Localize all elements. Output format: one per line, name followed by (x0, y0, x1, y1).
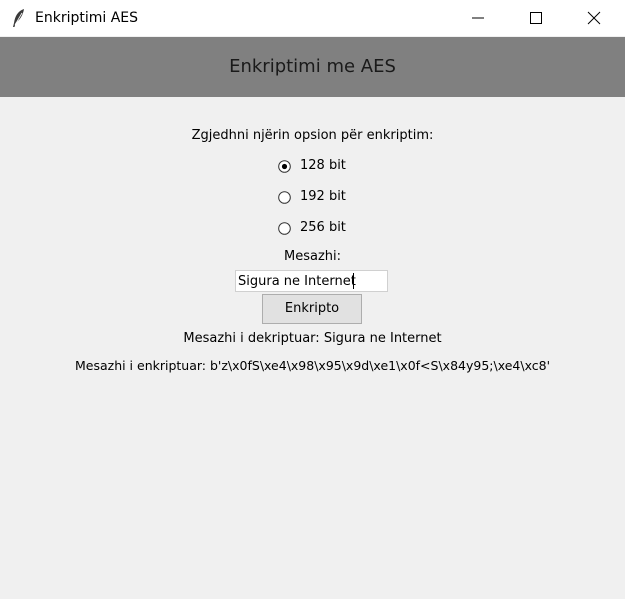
radio-label: 192 bit (300, 189, 346, 204)
app-window: Enkriptimi AES Enkriptimi me AES Zgjedhn… (0, 0, 625, 599)
header-banner: Enkriptimi me AES (0, 37, 625, 97)
encrypted-message: Mesazhi i enkriptuar: b'z\x0fS\xe4\x98\x… (74, 358, 551, 373)
encrypt-button[interactable]: Enkripto (262, 294, 362, 324)
message-label: Mesazhi: (283, 249, 341, 264)
maximize-icon (530, 12, 542, 24)
option-prompt: Zgjedhni njërin opsion për enkriptim: (191, 128, 434, 143)
maximize-button[interactable] (513, 0, 559, 36)
radio-unselected-icon (278, 222, 291, 235)
radio-selected-icon (278, 160, 291, 173)
minimize-button[interactable] (455, 0, 501, 36)
text-caret (353, 273, 354, 289)
radio-label: 256 bit (300, 220, 346, 235)
banner-title: Enkriptimi me AES (229, 56, 396, 77)
title-bar[interactable]: Enkriptimi AES (0, 0, 625, 36)
message-input[interactable] (235, 270, 388, 292)
close-icon (587, 11, 601, 25)
window-title: Enkriptimi AES (35, 10, 139, 26)
radio-label: 128 bit (300, 158, 346, 173)
close-button[interactable] (571, 0, 617, 36)
radio-unselected-icon (278, 191, 291, 204)
minimize-icon (472, 17, 484, 19)
decrypted-message: Mesazhi i dekriptuar: Sigura ne Internet (183, 331, 442, 346)
feather-icon (12, 8, 26, 28)
